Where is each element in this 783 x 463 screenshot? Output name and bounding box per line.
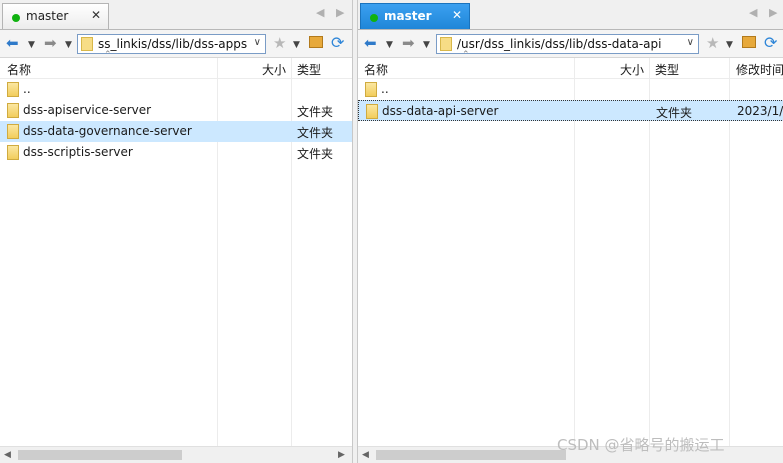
folder-icon: [7, 82, 19, 97]
forward-dropdown-icon[interactable]: ▼: [65, 36, 72, 54]
back-icon[interactable]: ⬅: [364, 34, 377, 52]
watermark-text: CSDN @省略号的搬运工: [557, 436, 725, 454]
close-icon[interactable]: ✕: [91, 8, 101, 22]
file-name: dss-data-api-server: [382, 104, 499, 118]
tab-scroll-right-icon[interactable]: ▶: [769, 6, 777, 19]
chevron-down-icon[interactable]: ∨: [687, 37, 694, 48]
file-type: 文件夹: [656, 106, 693, 120]
column-modified[interactable]: 修改时间: [736, 61, 783, 78]
column-name[interactable]: 名称: [364, 61, 388, 78]
left-address-text: ss_linkis/dss/lib/dss-apps: [98, 37, 247, 51]
list-item-selected[interactable]: dss-data-governance-server 文件夹: [0, 121, 352, 142]
file-name: dss-apiservice-server: [23, 103, 152, 117]
left-horizontal-scrollbar[interactable]: ◀ ▶: [0, 446, 352, 463]
connected-status-icon: [370, 14, 378, 22]
star-icon[interactable]: ★: [273, 34, 286, 52]
scrollbar-thumb[interactable]: [376, 450, 566, 460]
home-folder-icon[interactable]: [742, 36, 756, 48]
home-folder-icon[interactable]: [309, 36, 323, 48]
right-session-tab[interactable]: master ✕: [360, 3, 470, 29]
right-address-bar[interactable]: /usr/dss_linkis/dss/lib/dss-data-api ∨: [436, 34, 699, 54]
file-type: 文件夹: [297, 126, 334, 140]
tab-scroll-right-icon[interactable]: ▶: [336, 6, 344, 19]
column-size[interactable]: 大小: [262, 61, 286, 78]
folder-icon: [7, 145, 19, 160]
file-modified: 2023/1/1: [737, 104, 783, 118]
favorites-dropdown-icon[interactable]: ▼: [726, 36, 733, 54]
file-name: dss-scriptis-server: [23, 145, 133, 159]
folder-icon: [365, 82, 377, 97]
file-name: ..: [23, 82, 31, 96]
back-dropdown-icon[interactable]: ▼: [386, 36, 393, 54]
left-file-pane: master ✕ ◀ ▶ ⬅ ▼ ➡ ▼ ss_linkis/dss/lib/d…: [0, 0, 353, 463]
column-size[interactable]: 大小: [620, 61, 644, 78]
forward-icon[interactable]: ➡: [402, 34, 415, 52]
folder-icon: [440, 37, 452, 51]
file-type: 文件夹: [297, 147, 334, 161]
close-icon[interactable]: ✕: [452, 8, 462, 22]
file-name: ..: [381, 82, 389, 96]
right-toolbar: ⬅ ▼ ➡ ▼ /usr/dss_linkis/dss/lib/dss-data…: [358, 30, 783, 58]
left-column-header: 名称 大小 类型: [0, 58, 352, 79]
right-tab-bar: master ✕ ◀ ▶: [358, 0, 783, 30]
tab-scroll-left-icon[interactable]: ◀: [749, 6, 757, 19]
chevron-down-icon[interactable]: ∨: [254, 37, 261, 48]
file-type: 文件夹: [297, 105, 334, 119]
list-item[interactable]: dss-apiservice-server 文件夹: [0, 100, 352, 121]
list-item-selected[interactable]: dss-data-api-server 文件夹 2023/1/1: [358, 100, 783, 121]
list-item[interactable]: dss-scriptis-server 文件夹: [0, 142, 352, 163]
folder-icon: [7, 103, 19, 118]
column-type[interactable]: 类型: [297, 61, 321, 78]
right-tab-label: master: [384, 9, 432, 23]
list-item-parent[interactable]: ..: [358, 79, 783, 100]
refresh-icon[interactable]: ⟳: [331, 34, 344, 52]
left-session-tab[interactable]: master ✕: [2, 3, 109, 29]
right-column-header: 名称 大小 类型 修改时间: [358, 58, 783, 79]
back-dropdown-icon[interactable]: ▼: [28, 36, 35, 54]
left-tab-label: master: [26, 9, 69, 23]
column-name[interactable]: 名称: [7, 61, 31, 78]
back-icon[interactable]: ⬅: [6, 34, 19, 52]
right-file-pane: master ✕ ◀ ▶ ⬅ ▼ ➡ ▼ /usr/dss_linkis/dss…: [357, 0, 783, 463]
scroll-left-icon[interactable]: ◀: [362, 450, 369, 460]
favorites-dropdown-icon[interactable]: ▼: [293, 36, 300, 54]
column-type[interactable]: 类型: [655, 61, 679, 78]
refresh-icon[interactable]: ⟳: [764, 34, 777, 52]
tab-scroll-left-icon[interactable]: ◀: [316, 6, 324, 19]
file-name: dss-data-governance-server: [23, 124, 192, 138]
folder-icon: [81, 37, 93, 51]
scroll-left-icon[interactable]: ◀: [4, 450, 11, 460]
list-item-parent[interactable]: ..: [0, 79, 352, 100]
connected-status-icon: [12, 14, 20, 22]
right-address-text: /usr/dss_linkis/dss/lib/dss-data-api: [457, 37, 662, 51]
scrollbar-thumb[interactable]: [18, 450, 182, 460]
folder-icon: [7, 124, 19, 139]
folder-icon: [366, 104, 378, 119]
left-tab-bar: master ✕ ◀ ▶: [0, 0, 352, 30]
star-icon[interactable]: ★: [706, 34, 719, 52]
scroll-right-icon[interactable]: ▶: [338, 450, 345, 460]
forward-dropdown-icon[interactable]: ▼: [423, 36, 430, 54]
left-toolbar: ⬅ ▼ ➡ ▼ ss_linkis/dss/lib/dss-apps ∨ ★ ▼…: [0, 30, 352, 58]
forward-icon[interactable]: ➡: [44, 34, 57, 52]
